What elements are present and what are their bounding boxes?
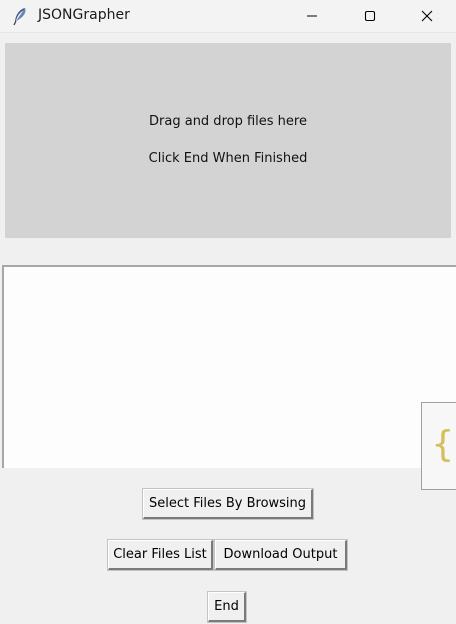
select-files-button[interactable]: Select Files By Browsing — [142, 488, 314, 520]
drop-instruction: Drag and drop files here — [149, 114, 307, 129]
title-bar[interactable]: JSONGrapher — [0, 0, 456, 33]
drop-zone[interactable]: Drag and drop files here Click End When … — [5, 43, 451, 238]
end-button[interactable]: End — [207, 591, 247, 623]
maximize-icon — [364, 10, 376, 22]
window-title: JSONGrapher — [38, 7, 130, 23]
close-button[interactable] — [398, 0, 456, 32]
minimize-icon — [306, 10, 318, 22]
close-icon — [421, 10, 433, 22]
clear-files-button[interactable]: Clear Files List — [107, 539, 214, 571]
files-list[interactable] — [2, 265, 456, 468]
side-panel-tab[interactable]: { — [421, 402, 456, 490]
download-output-button[interactable]: Download Output — [214, 539, 348, 571]
feather-icon — [10, 6, 30, 26]
maximize-button[interactable] — [341, 0, 399, 32]
braces-icon: { — [432, 424, 454, 465]
minimize-button[interactable] — [283, 0, 341, 32]
end-instruction: Click End When Finished — [148, 151, 308, 166]
